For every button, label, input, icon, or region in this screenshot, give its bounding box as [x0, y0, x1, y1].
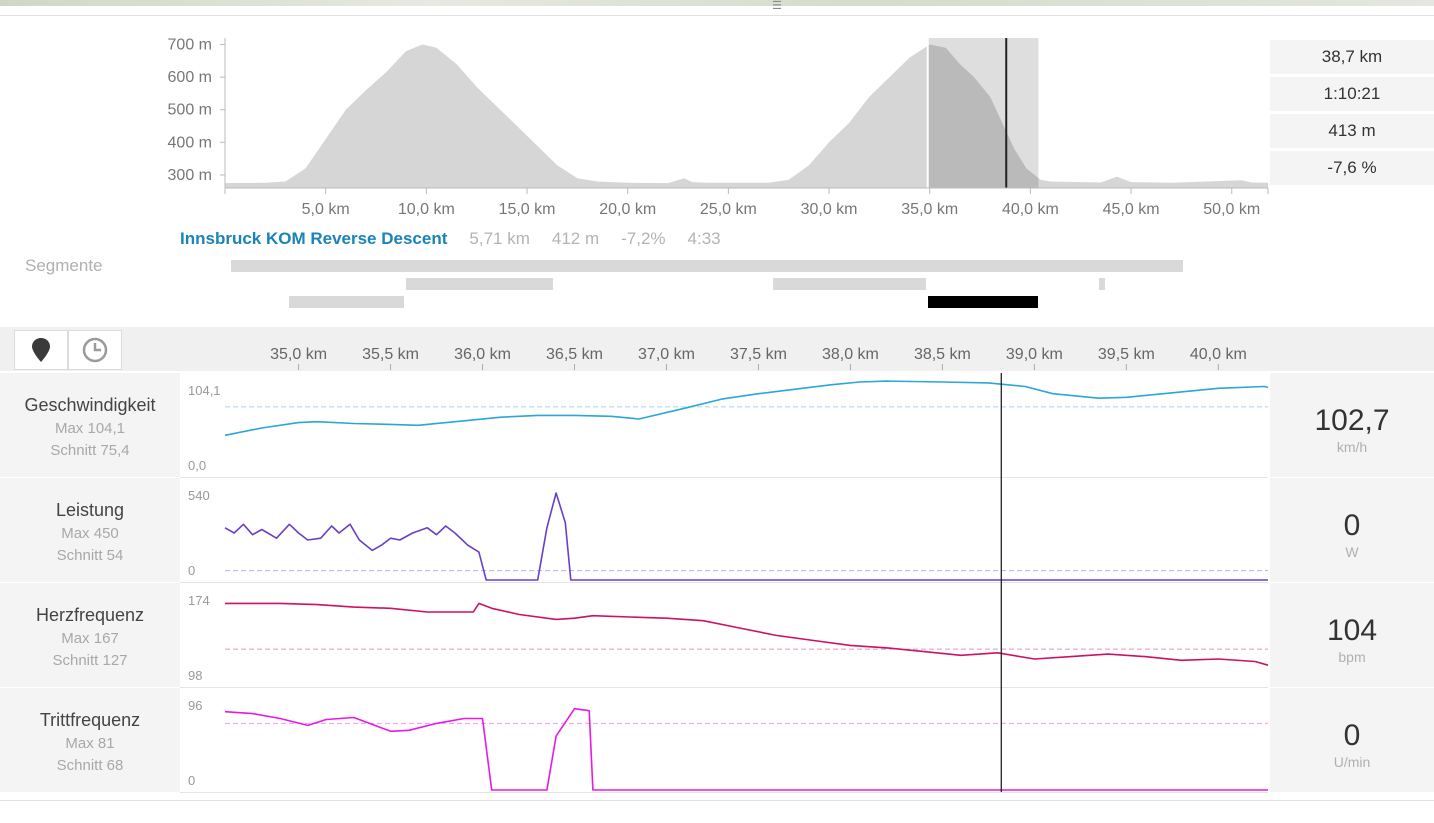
row-label-power: Leistung Max 450 Schnitt 54: [0, 478, 180, 582]
heartrate-title: Herzfrequenz: [35, 605, 145, 625]
y-max-label: 104,1: [188, 383, 221, 398]
cadence-avg: Schnitt 68: [56, 757, 124, 774]
power-unit: W: [1345, 544, 1359, 560]
y-tick-label: 700 m: [168, 37, 212, 54]
series-line: [225, 602, 1269, 666]
segment-elevation: 412 m: [551, 229, 600, 248]
x-tick-label: 20,0 km: [599, 201, 656, 218]
row-label-speed: Geschwindigkeit Max 104,1 Schnitt 75,4: [0, 373, 180, 477]
row-label-heartrate: Herzfrequenz Max 167 Schnitt 127: [0, 583, 180, 687]
y-min-label: 0: [188, 773, 195, 788]
power-current: 0 W: [1270, 478, 1434, 582]
segment-name[interactable]: Innsbruck KOM Reverse Descent: [180, 229, 447, 249]
x-tick-label: 25,0 km: [700, 201, 757, 218]
speed-title: Geschwindigkeit: [24, 395, 156, 415]
heartrate-max: Max 167: [61, 630, 119, 647]
sensor-chart-trittfrequenz: 96 0: [180, 688, 1269, 793]
x-tick-label: 40,0 km: [1002, 201, 1059, 218]
x-tick-label: 35,0 km: [901, 201, 958, 218]
cadence-max: Max 81: [65, 735, 115, 752]
y-tick-label: 300 m: [168, 167, 212, 184]
y-min-label: 0: [188, 563, 195, 578]
y-max-label: 174: [188, 593, 210, 608]
y-tick-label: 500 m: [168, 102, 212, 119]
chart-background: [180, 478, 1269, 582]
segment-distance: 5,71 km: [469, 229, 530, 248]
cadence-title: Trittfrequenz: [39, 710, 141, 730]
x-tick-label: 45,0 km: [1103, 201, 1160, 218]
sensor-chart-leistung: 540 0: [180, 478, 1269, 583]
power-value: 0: [1343, 509, 1361, 542]
y-tick-label: 600 m: [168, 69, 212, 86]
heartrate-unit: bpm: [1338, 649, 1366, 665]
row-label-cadence: Trittfrequenz Max 81 Schnitt 68: [0, 688, 180, 792]
stat-distance: 38,7 km: [1270, 40, 1434, 74]
cadence-value: 0: [1343, 719, 1361, 752]
location-view-button[interactable]: [14, 330, 68, 370]
segment-bar-active[interactable]: [927, 296, 1039, 308]
stats-panel: 38,7 km 1:10:21 413 m -7,6 %: [1270, 40, 1434, 188]
heartrate-current: 104 bpm: [1270, 583, 1434, 687]
speed-avg: Schnitt 75,4: [50, 442, 130, 459]
clock-icon: [82, 337, 108, 363]
speed-value: 102,7: [1314, 404, 1390, 437]
y-max-label: 540: [188, 488, 210, 503]
segment-bar[interactable]: [772, 278, 926, 290]
x-tick-label: 15,0 km: [499, 201, 556, 218]
sensor-chart-herzfrequenz: 174 98: [180, 583, 1269, 688]
segment-bar[interactable]: [1098, 278, 1105, 290]
elevation-profile-chart[interactable]: 700 m 600 m 500 m 400 m 300 m 5,0 km 10,0 km 15…: [0, 0, 1270, 224]
x-tick-label: 5,0 km: [302, 201, 350, 218]
segment-grade: -7,2%: [621, 229, 666, 248]
segment-bar[interactable]: [231, 260, 1184, 272]
toolbar: [0, 327, 1434, 371]
segment-bar[interactable]: [289, 296, 405, 308]
x-tick-label: 10,0 km: [398, 201, 455, 218]
power-title: Leistung: [55, 500, 125, 520]
sensor-chart-geschwindigkeit: 104,1 0,0: [180, 373, 1269, 478]
heartrate-value: 104: [1326, 614, 1378, 647]
heartrate-avg: Schnitt 127: [52, 652, 128, 669]
time-view-button[interactable]: [68, 330, 122, 370]
y-max-label: 96: [188, 698, 202, 713]
speed-unit: km/h: [1336, 439, 1368, 455]
chart-background: [180, 373, 1269, 477]
x-tick-label: 30,0 km: [801, 201, 858, 218]
cadence-unit: U/min: [1333, 754, 1371, 770]
segments-label: Segmente: [25, 256, 103, 275]
segment-info: Innsbruck KOM Reverse Descent 5,71 km 41…: [180, 228, 721, 250]
series-line: [224, 707, 1268, 791]
speed-current: 102,7 km/h: [1270, 373, 1434, 477]
power-avg: Schnitt 54: [56, 547, 124, 564]
series-line: [224, 492, 1268, 581]
x-tick-label: 50,0 km: [1203, 201, 1260, 218]
stat-time: 1:10:21: [1270, 77, 1434, 111]
chart-background: [180, 583, 1269, 687]
y-min-label: 98: [188, 668, 202, 683]
selection-overlay: [927, 38, 1039, 188]
series-line: [224, 380, 1269, 437]
elevation-area: [225, 44, 1268, 188]
stat-grade: -7,6 %: [1270, 151, 1434, 185]
segment-time: 4:33: [687, 229, 721, 248]
power-max: Max 450: [61, 525, 119, 542]
divider: [0, 800, 1434, 801]
stat-elevation: 413 m: [1270, 114, 1434, 148]
location-pin-icon: [32, 338, 50, 362]
speed-max: Max 104,1: [54, 420, 126, 437]
segment-bar[interactable]: [406, 278, 554, 290]
y-tick-label: 400 m: [168, 134, 212, 151]
cadence-current: 0 U/min: [1270, 688, 1434, 792]
y-min-label: 0,0: [188, 458, 206, 473]
chart-background: [180, 688, 1269, 792]
